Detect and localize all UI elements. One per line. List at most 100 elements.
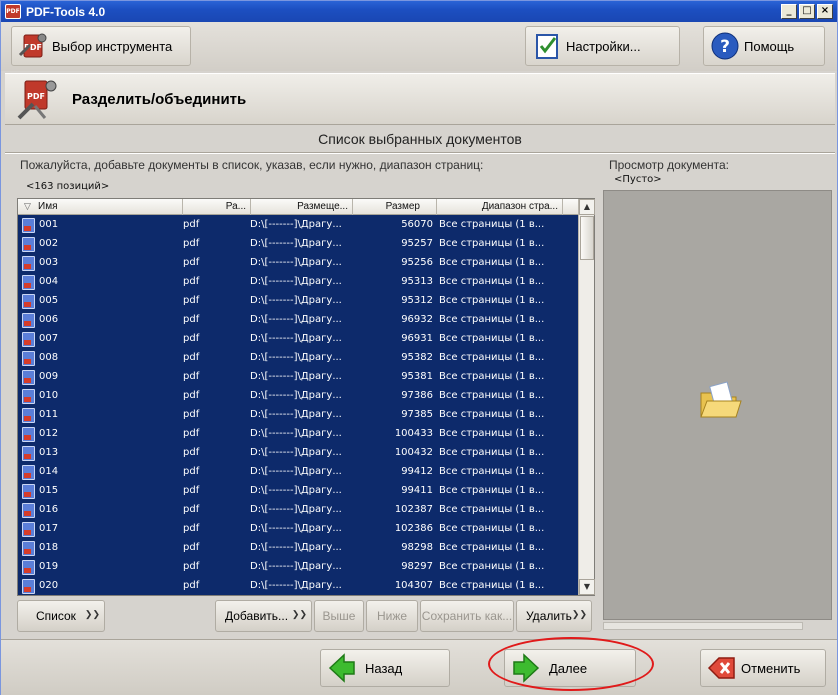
table-row[interactable]: 004 pdf D:\[-------]\Драгу... 95313 Все стра… bbox=[18, 273, 578, 292]
cell-location: D:\[-------]\Драгу... bbox=[250, 466, 342, 477]
cell-location: D:\[-------]\Драгу... bbox=[250, 295, 342, 306]
cell-size: 98298 bbox=[401, 542, 433, 553]
next-button[interactable]: Далее bbox=[504, 649, 636, 687]
column-header-ext[interactable]: Ра... bbox=[183, 199, 251, 215]
cell-ext: pdf bbox=[183, 295, 200, 306]
arrow-right-icon bbox=[511, 653, 541, 683]
scroll-thumb[interactable] bbox=[580, 216, 594, 260]
table-row[interactable]: 012 pdf D:\[-------]\Драгу... 100433 Все стр… bbox=[18, 425, 578, 444]
cell-size: 95312 bbox=[401, 295, 433, 306]
cell-size: 99411 bbox=[401, 485, 433, 496]
cell-name: 007 bbox=[39, 333, 59, 344]
top-toolbar: PDF Выбор инструмента Настройки... ? Пом… bbox=[1, 22, 837, 71]
cell-range: Все страницы (1 в... bbox=[439, 409, 545, 420]
next-label: Далее bbox=[549, 660, 588, 676]
cell-location: D:\[-------]\Драгу... bbox=[250, 580, 342, 591]
cell-size: 97386 bbox=[401, 390, 433, 401]
section-title: Разделить/объединить bbox=[72, 91, 247, 108]
cell-size: 100432 bbox=[394, 447, 433, 458]
table-scrollbar[interactable]: ▲ ▼ bbox=[578, 199, 595, 595]
move-up-button[interactable]: Выше bbox=[314, 600, 364, 632]
table-row[interactable]: 015 pdf D:\[-------]\Драгу... 99411 Все стра… bbox=[18, 482, 578, 501]
chevron-down-icon: ❯❯ bbox=[291, 609, 307, 619]
table-row[interactable]: 019 pdf D:\[-------]\Драгу... 98297 Все стра… bbox=[18, 558, 578, 577]
cell-range: Все страницы (1 в... bbox=[439, 542, 545, 553]
document-table[interactable]: ▽ Имя Ра... Размеще... Размер Диапазон с… bbox=[17, 198, 595, 596]
table-row[interactable]: 020 pdf D:\[-------]\Драгу... 104307 Все стр… bbox=[18, 577, 578, 595]
minimize-button[interactable]: _ bbox=[781, 4, 797, 19]
cell-name: 010 bbox=[39, 390, 59, 401]
settings-checklist-icon bbox=[532, 31, 562, 61]
table-row[interactable]: 001 pdf D:\[-------]\Драгу... 56070 Все стра… bbox=[18, 216, 578, 235]
cell-size: 99412 bbox=[401, 466, 433, 477]
table-row[interactable]: 013 pdf D:\[-------]\Драгу... 100432 Все стр… bbox=[18, 444, 578, 463]
scroll-down-button[interactable]: ▼ bbox=[579, 579, 595, 595]
cell-ext: pdf bbox=[183, 466, 200, 477]
cell-name: 006 bbox=[39, 314, 59, 325]
pdf-file-icon bbox=[22, 332, 35, 347]
add-button[interactable]: Добавить... ❯❯ bbox=[215, 600, 312, 632]
table-row[interactable]: 017 pdf D:\[-------]\Драгу... 102386 Все стр… bbox=[18, 520, 578, 539]
close-button[interactable]: × bbox=[817, 4, 833, 19]
table-row[interactable]: 010 pdf D:\[-------]\Драгу... 97386 Все стра… bbox=[18, 387, 578, 406]
cell-name: 016 bbox=[39, 504, 59, 515]
section-header: PDF Разделить/объединить bbox=[5, 73, 835, 125]
column-header-range[interactable]: Диапазон стра... bbox=[437, 199, 563, 215]
pdf-file-icon bbox=[22, 218, 35, 233]
table-row[interactable]: 003 pdf D:\[-------]\Драгу... 95256 Все стра… bbox=[18, 254, 578, 273]
cell-name: 009 bbox=[39, 371, 59, 382]
cell-ext: pdf bbox=[183, 485, 200, 496]
column-header-location[interactable]: Размеще... bbox=[251, 199, 353, 215]
cancel-button[interactable]: Отменить bbox=[700, 649, 826, 687]
table-row[interactable]: 008 pdf D:\[-------]\Драгу... 95382 Все стра… bbox=[18, 349, 578, 368]
table-row[interactable]: 011 pdf D:\[-------]\Драгу... 97385 Все стра… bbox=[18, 406, 578, 425]
cell-ext: pdf bbox=[183, 352, 200, 363]
table-row[interactable]: 006 pdf D:\[-------]\Драгу... 96932 Все стра… bbox=[18, 311, 578, 330]
cell-location: D:\[-------]\Драгу... bbox=[250, 390, 342, 401]
save-as-button[interactable]: Сохранить как... bbox=[420, 600, 514, 632]
table-row[interactable]: 005 pdf D:\[-------]\Драгу... 95312 Все стра… bbox=[18, 292, 578, 311]
maximize-button[interactable]: □ bbox=[799, 4, 815, 19]
table-row[interactable]: 018 pdf D:\[-------]\Драгу... 98298 Все стра… bbox=[18, 539, 578, 558]
svg-text:PDF: PDF bbox=[27, 92, 45, 101]
cell-size: 95257 bbox=[401, 238, 433, 249]
preview-empty-text: <Пусто> bbox=[614, 174, 662, 185]
table-row[interactable]: 016 pdf D:\[-------]\Драгу... 102387 Все стр… bbox=[18, 501, 578, 520]
pdf-file-icon bbox=[22, 465, 35, 480]
cell-range: Все страницы (1 в... bbox=[439, 561, 545, 572]
pdf-file-icon bbox=[22, 446, 35, 461]
scroll-up-button[interactable]: ▲ bbox=[579, 199, 595, 215]
cell-size: 95256 bbox=[401, 257, 433, 268]
cell-ext: pdf bbox=[183, 371, 200, 382]
cell-location: D:\[-------]\Драгу... bbox=[250, 561, 342, 572]
settings-button[interactable]: Настройки... bbox=[525, 26, 680, 66]
table-row[interactable]: 009 pdf D:\[-------]\Драгу... 95381 Все стра… bbox=[18, 368, 578, 387]
preview-scrollbar[interactable] bbox=[603, 622, 803, 630]
app-icon: PDF bbox=[5, 4, 21, 19]
chevron-down-icon: ❯❯ bbox=[84, 609, 100, 619]
select-tool-button[interactable]: PDF Выбор инструмента bbox=[11, 26, 191, 66]
pdf-file-icon bbox=[22, 541, 35, 556]
cell-name: 015 bbox=[39, 485, 59, 496]
delete-button[interactable]: Удалить ❯❯ bbox=[516, 600, 592, 632]
cell-size: 98297 bbox=[401, 561, 433, 572]
table-row[interactable]: 007 pdf D:\[-------]\Драгу... 96931 Все стра… bbox=[18, 330, 578, 349]
table-row[interactable]: 014 pdf D:\[-------]\Драгу... 99412 Все стра… bbox=[18, 463, 578, 482]
pdf-file-icon bbox=[22, 313, 35, 328]
table-row[interactable]: 002 pdf D:\[-------]\Драгу... 95257 Все стра… bbox=[18, 235, 578, 254]
document-preview bbox=[603, 190, 832, 620]
pdf-file-icon bbox=[22, 389, 35, 404]
move-down-button[interactable]: Ниже bbox=[366, 600, 418, 632]
column-header-size[interactable]: Размер bbox=[353, 199, 437, 215]
cell-ext: pdf bbox=[183, 219, 200, 230]
back-button[interactable]: Назад bbox=[320, 649, 450, 687]
pdf-file-icon bbox=[22, 484, 35, 499]
main-panel: Список выбранных документов Пожалуйста, … bbox=[5, 128, 835, 636]
cell-location: D:\[-------]\Драгу... bbox=[250, 428, 342, 439]
cell-ext: pdf bbox=[183, 390, 200, 401]
cell-ext: pdf bbox=[183, 542, 200, 553]
list-menu-button[interactable]: Список ❯❯ bbox=[17, 600, 105, 632]
arrow-left-icon bbox=[327, 653, 357, 683]
help-button[interactable]: ? Помощь bbox=[703, 26, 825, 66]
column-header-name[interactable]: ▽ Имя bbox=[18, 199, 183, 215]
